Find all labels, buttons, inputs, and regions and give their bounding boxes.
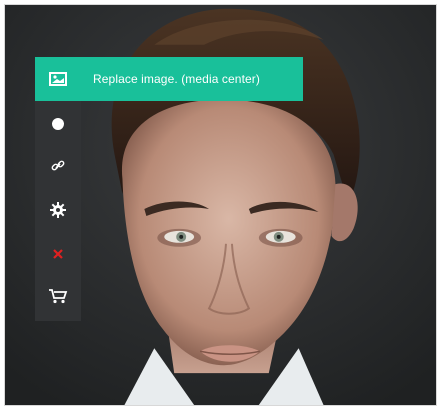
replace-image-label: Replace image. (media center)	[93, 72, 260, 86]
link-icon	[51, 160, 65, 171]
link-tool-button[interactable]	[35, 147, 81, 185]
image-toolbar	[35, 101, 81, 321]
circle-icon	[52, 118, 64, 130]
circle-tool-button[interactable]	[35, 105, 81, 143]
replace-image-button[interactable]: Replace image. (media center)	[35, 57, 303, 101]
cart-icon	[49, 289, 68, 304]
gear-icon	[50, 202, 66, 218]
close-icon	[53, 249, 63, 259]
image-icon	[35, 57, 81, 101]
image-frame: Replace image. (media center)	[4, 4, 437, 406]
remove-tool-button[interactable]	[35, 235, 81, 273]
cart-tool-button[interactable]	[35, 277, 81, 315]
settings-tool-button[interactable]	[35, 191, 81, 229]
